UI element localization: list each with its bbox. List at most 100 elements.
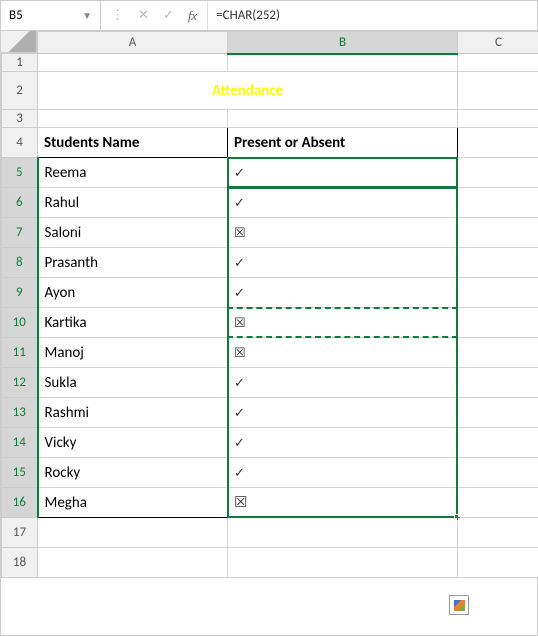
check-mark-icon: ✓	[234, 285, 245, 300]
cell[interactable]	[38, 110, 228, 128]
attendance-cell[interactable]: ✓	[228, 458, 458, 488]
attendance-cell[interactable]: ✓	[228, 158, 458, 188]
row-header[interactable]: 2	[2, 72, 38, 110]
row-header[interactable]: 4	[2, 128, 38, 158]
cell[interactable]	[458, 158, 538, 188]
cell[interactable]	[458, 518, 538, 548]
name-box-dropdown-icon[interactable]: ▼	[82, 9, 92, 22]
formula-text: =CHAR(252)	[216, 8, 280, 23]
row-header[interactable]: 14	[2, 428, 38, 458]
cell[interactable]	[458, 54, 538, 72]
attendance-cell[interactable]: ☒	[228, 308, 458, 338]
student-name-cell[interactable]: Vicky	[38, 428, 228, 458]
row-header[interactable]: 16	[2, 488, 38, 518]
dots-icon: ⋮	[111, 8, 124, 23]
cancel-icon[interactable]: ✕	[138, 8, 149, 23]
student-name-cell[interactable]: Sukla	[38, 368, 228, 398]
row-header[interactable]: 15	[2, 458, 38, 488]
quick-analysis-button[interactable]	[449, 595, 469, 615]
check-mark-icon: ☒	[234, 345, 246, 360]
cell[interactable]	[458, 548, 538, 578]
cell[interactable]	[228, 518, 458, 548]
student-name-cell[interactable]: Kartika	[38, 308, 228, 338]
student-name-cell[interactable]: Megha	[38, 488, 228, 518]
attendance-cell[interactable]: ✓	[228, 368, 458, 398]
student-name-cell[interactable]: Rocky	[38, 458, 228, 488]
formula-input[interactable]: =CHAR(252)	[207, 1, 537, 30]
row-header[interactable]: 9	[2, 278, 38, 308]
student-name-cell[interactable]: Ayon	[38, 278, 228, 308]
student-name-cell[interactable]: Rahul	[38, 188, 228, 218]
attendance-cell[interactable]: ✓	[228, 248, 458, 278]
student-name-cell[interactable]: Rashmi	[38, 398, 228, 428]
row-header[interactable]: 10	[2, 308, 38, 338]
student-name-cell[interactable]: Saloni	[38, 218, 228, 248]
title-cell[interactable]: Attendance	[38, 72, 458, 110]
check-mark-icon: ✓	[234, 165, 245, 180]
row-header[interactable]: 5	[2, 158, 38, 188]
check-mark-icon: ✓	[234, 255, 245, 270]
cell[interactable]	[458, 128, 538, 158]
row-header[interactable]: 6	[2, 188, 38, 218]
formula-bar-buttons: ⋮ ✕ ✓ fx	[101, 8, 207, 24]
check-mark-icon: ✓	[234, 375, 245, 390]
check-mark-icon: ☒	[234, 494, 247, 511]
cell[interactable]	[38, 54, 228, 72]
attendance-cell[interactable]: ✓	[228, 398, 458, 428]
header-students[interactable]: Students Name	[38, 128, 228, 158]
row-header[interactable]: 8	[2, 248, 38, 278]
cell[interactable]	[458, 278, 538, 308]
cell[interactable]	[458, 248, 538, 278]
cell[interactable]	[228, 548, 458, 578]
check-mark-icon: ✓	[234, 435, 245, 450]
fx-icon[interactable]: fx	[188, 8, 197, 24]
check-mark-icon: ☒	[234, 225, 246, 240]
student-name-cell[interactable]: Prasanth	[38, 248, 228, 278]
row-header[interactable]: 17	[2, 518, 38, 548]
attendance-cell[interactable]: ✓	[228, 188, 458, 218]
confirm-icon[interactable]: ✓	[163, 8, 174, 23]
col-header-A[interactable]: A	[38, 32, 228, 54]
cell[interactable]	[458, 428, 538, 458]
cell[interactable]	[38, 518, 228, 548]
attendance-cell[interactable]: ☒	[228, 218, 458, 248]
check-mark-icon: ☒	[234, 315, 246, 330]
cell[interactable]	[458, 188, 538, 218]
cell[interactable]	[458, 110, 538, 128]
spreadsheet-grid[interactable]: A B C 1 2Attendance 3 4 Students Name Pr…	[1, 31, 537, 578]
check-mark-icon: ✓	[234, 405, 245, 420]
cell[interactable]	[38, 548, 228, 578]
cell[interactable]	[458, 308, 538, 338]
cell[interactable]	[458, 368, 538, 398]
row-header[interactable]: 18	[2, 548, 38, 578]
attendance-cell[interactable]: ☒	[228, 338, 458, 368]
row-header[interactable]: 3	[2, 110, 38, 128]
attendance-cell[interactable]: ☒	[228, 488, 458, 518]
select-all-triangle[interactable]	[1, 31, 37, 53]
cell[interactable]	[458, 72, 538, 110]
col-header-C[interactable]: C	[458, 32, 538, 54]
attendance-cell[interactable]: ✓	[228, 278, 458, 308]
col-header-B[interactable]: B	[228, 32, 458, 54]
cell[interactable]	[458, 398, 538, 428]
cell[interactable]	[228, 54, 458, 72]
row-header[interactable]: 12	[2, 368, 38, 398]
row-header[interactable]: 11	[2, 338, 38, 368]
cell[interactable]	[228, 110, 458, 128]
name-box[interactable]: B5 ▼	[1, 1, 101, 30]
row-header[interactable]: 13	[2, 398, 38, 428]
header-present[interactable]: Present or Absent	[228, 128, 458, 158]
cell[interactable]	[458, 488, 538, 518]
cell[interactable]	[458, 338, 538, 368]
name-box-value: B5	[9, 8, 23, 23]
check-mark-icon: ✓	[234, 465, 245, 480]
cell[interactable]	[458, 458, 538, 488]
row-header[interactable]: 1	[2, 54, 38, 72]
check-mark-icon: ✓	[234, 195, 245, 210]
row-header[interactable]: 7	[2, 218, 38, 248]
cell[interactable]	[458, 218, 538, 248]
formula-bar: B5 ▼ ⋮ ✕ ✓ fx =CHAR(252)	[1, 1, 537, 31]
student-name-cell[interactable]: Reema	[38, 158, 228, 188]
attendance-cell[interactable]: ✓	[228, 428, 458, 458]
student-name-cell[interactable]: Manoj	[38, 338, 228, 368]
